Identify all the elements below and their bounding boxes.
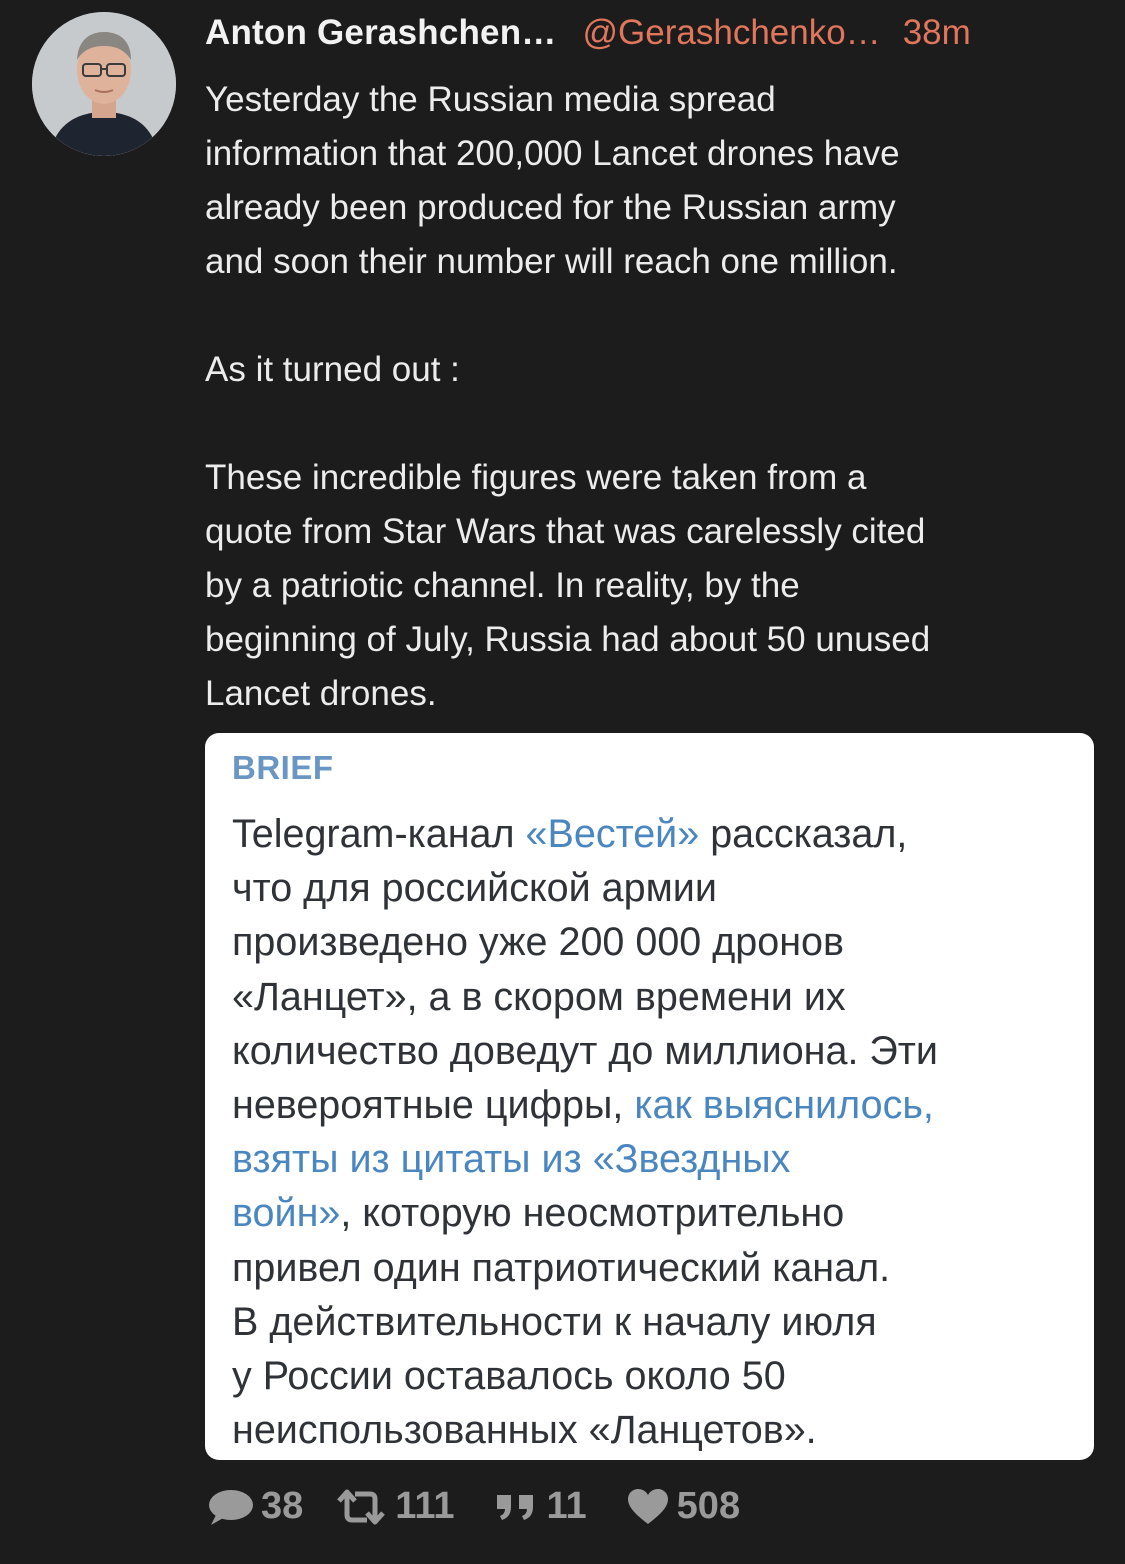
brief-text-line: «Ланцет», а в скором времени их <box>232 970 1077 1024</box>
tweet-text-line: As it turned out : <box>205 350 460 389</box>
brief-text-segment: Telegram-канал <box>232 812 526 856</box>
avatar[interactable] <box>32 12 176 156</box>
reply-button[interactable]: 38 <box>205 1485 303 1528</box>
brief-text-segment: количество доведут до миллиона. Эти <box>232 1028 938 1073</box>
attached-image[interactable]: BRIEF Telegram-канал «Вестей» рассказал,… <box>205 733 1094 1460</box>
brief-text-segment: у России оставалось около 50 <box>232 1354 786 1399</box>
brief-text-line: привел один патриотический канал. <box>232 1241 1077 1295</box>
brief-text-segment: невероятные цифры, <box>232 1083 635 1128</box>
tweet-text-line: quote from Star Wars that was carelessly… <box>205 512 926 551</box>
tweet[interactable]: Anton Gerashchen… @Gerashchenko… 38m Yes… <box>0 0 1125 1564</box>
tweet-text-blank-line <box>205 397 1085 451</box>
quote-icon <box>496 1494 533 1520</box>
tweet-text-blank-line <box>205 289 1085 343</box>
brief-text-segment: , которую неосмотрительно <box>340 1191 845 1236</box>
tweet-text-line: by a patriotic channel. In reality, by t… <box>205 566 800 605</box>
brief-text-line: неиспользованных «Ланцетов». <box>232 1403 1077 1457</box>
tweet-text-line: already been produced for the Russian ar… <box>205 188 896 227</box>
brief-link[interactable]: «Вестей» <box>526 812 700 856</box>
brief-link[interactable]: как выяснилось, <box>634 1083 934 1127</box>
brief-text-segment: привел один патриотический канал. <box>232 1245 891 1290</box>
brief-text-line: взяты из цитаты из «Звездных <box>232 1132 1077 1186</box>
like-count: 508 <box>676 1485 741 1527</box>
reply-count: 38 <box>261 1485 304 1527</box>
tweet-content: Anton Gerashchen… @Gerashchenko… 38m Yes… <box>205 0 1100 721</box>
heart-icon <box>627 1488 668 1524</box>
timestamp[interactable]: 38m <box>903 13 971 53</box>
brief-link[interactable]: войн» <box>232 1191 340 1235</box>
quote-count: 11 <box>546 1485 587 1527</box>
brief-text-line: произведено уже 200 000 дронов <box>232 915 1077 969</box>
brief-label: BRIEF <box>232 749 334 786</box>
tweet-actions: 38 111 11 508 <box>205 1485 740 1528</box>
brief-text-segment: рассказал, <box>699 812 908 856</box>
brief-text-segment: «Ланцет», а в скором времени их <box>232 974 846 1019</box>
brief-text-line: В действительности к началу июля <box>232 1295 1077 1349</box>
like-button[interactable]: 508 <box>625 1485 740 1528</box>
brief-link[interactable]: взяты из цитаты из «Звездных <box>232 1137 790 1181</box>
brief-text-line: количество доведут до миллиона. Эти <box>232 1024 1077 1078</box>
tweet-text-line: beginning of July, Russia had about 50 u… <box>205 620 931 659</box>
brief-text-line: Telegram-канал «Вестей» рассказал, <box>232 807 1077 861</box>
tweet-text-line: These incredible figures were taken from… <box>205 458 867 497</box>
speech-bubble-icon <box>209 1489 253 1525</box>
tweet-text: Yesterday the Russian media spread inform… <box>205 73 1085 721</box>
retweet-icon <box>337 1489 386 1524</box>
author-display-name[interactable]: Anton Gerashchen… <box>205 13 557 53</box>
brief-text-line: невероятные цифры, как выяснилось, <box>232 1078 1077 1132</box>
tweet-text-line: Yesterday the Russian media spread <box>205 80 776 119</box>
brief-text-segment: что для российской армии <box>232 866 717 911</box>
tweet-text-line: and soon their number will reach one mil… <box>205 242 898 281</box>
brief-text: Telegram-канал «Вестей» рассказал, что дл… <box>232 807 1077 1457</box>
brief-text-segment: В действительности к началу июля <box>232 1299 877 1344</box>
brief-text-line: у России оставалось около 50 <box>232 1349 1077 1403</box>
brief-text-segment: произведено уже 200 000 дронов <box>232 920 844 965</box>
brief-text-line: войн», которую неосмотрительно <box>232 1186 1077 1240</box>
retweet-button[interactable]: 111 <box>333 1485 455 1528</box>
tweet-header: Anton Gerashchen… @Gerashchenko… 38m <box>205 0 1100 66</box>
quote-button[interactable]: 11 <box>493 1485 587 1528</box>
tweet-text-line: information that 200,000 Lancet drones h… <box>205 134 900 173</box>
tweet-text-line: Lancet drones. <box>205 674 437 713</box>
author-handle[interactable]: @Gerashchenko… <box>583 13 881 53</box>
avatar-portrait-icon <box>32 12 176 156</box>
brief-text-segment: неиспользованных «Ланцетов». <box>232 1408 817 1453</box>
brief-text-line: что для российской армии <box>232 861 1077 915</box>
retweet-count: 111 <box>395 1485 455 1527</box>
